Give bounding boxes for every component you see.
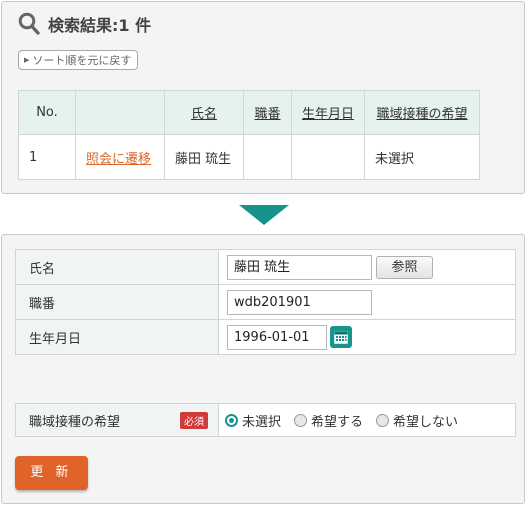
col-header-action	[75, 90, 165, 135]
calendar-icon[interactable]	[330, 326, 352, 348]
cell-wish: 未選択	[364, 134, 481, 180]
birth-date-input[interactable]: 1996-01-01	[227, 324, 327, 350]
form-row-wish: 職域接種の希望 必須 未選択 希望する 希望しない	[15, 403, 516, 437]
name-label: 氏名	[15, 249, 219, 285]
birth-date-cell: 1996-01-01	[218, 319, 516, 355]
wish-form-table: 職域接種の希望 必須 未選択 希望する 希望しない	[15, 403, 516, 437]
wish-option-label: 希望する	[311, 414, 364, 430]
detail-form-panel: 氏名 藤田 琉生参照 職番 wdb201901 生年月日 1996-01-01	[1, 234, 525, 504]
reset-sort-button[interactable]: ▶ ソート順を元に戻す	[18, 50, 139, 70]
required-badge: 必須	[180, 411, 208, 429]
results-table: No. 氏名 職番 生年月日 職域接種の希望 1 照会に遷移 藤田 琉生 未選択	[18, 90, 481, 180]
search-icon	[18, 12, 40, 36]
table-row: 1 照会に遷移 藤田 琉生 未選択	[18, 134, 481, 180]
reset-sort-label: ソート順を元に戻す	[32, 54, 132, 67]
name-input[interactable]: 藤田 琉生	[227, 254, 372, 280]
down-arrow-icon	[239, 205, 289, 225]
reference-button[interactable]: 参照	[376, 255, 433, 279]
update-button[interactable]: 更 新	[15, 456, 88, 490]
name-cell: 藤田 琉生 参照	[218, 249, 516, 285]
triangle-right-icon: ▶	[24, 56, 30, 64]
col-header-no: No.	[18, 90, 76, 135]
staff-no-input[interactable]: wdb201901	[227, 289, 372, 315]
col-header-birth-date[interactable]: 生年月日	[290, 90, 366, 135]
col-header-wish[interactable]: 職域接種の希望	[364, 90, 481, 135]
col-header-staff-no[interactable]: 職番	[243, 90, 292, 135]
search-results-panel: 検索結果:1 件 ▶ ソート順を元に戻す No. 氏名 職番 生年月日 職域接種…	[1, 1, 525, 194]
form-row-birth-date: 生年月日 1996-01-01	[15, 319, 516, 355]
wish-option-unselected[interactable]: 未選択	[225, 411, 281, 430]
detail-form-table: 氏名 藤田 琉生 参照 職番 wdb201901 生年月日 1996-01-01	[15, 249, 516, 355]
birth-date-label: 生年月日	[15, 319, 219, 355]
results-header-row: No. 氏名 職番 生年月日 職域接種の希望	[18, 90, 481, 135]
cell-birth-date	[290, 134, 366, 180]
radio-unchecked-icon[interactable]	[376, 413, 390, 427]
wish-label-cell: 職域接種の希望 必須	[15, 403, 219, 437]
wish-options-cell: 未選択 希望する 希望しない	[218, 403, 516, 437]
radio-checked-icon[interactable]	[225, 413, 238, 427]
wish-option-label: 希望しない	[393, 414, 459, 430]
form-row-staff-no: 職番 wdb201901	[15, 284, 516, 320]
cell-staff-no	[243, 134, 292, 180]
staff-no-label: 職番	[15, 284, 219, 320]
search-results-title: 検索結果:1 件	[48, 16, 152, 35]
search-results-header: 検索結果:1 件	[18, 11, 151, 37]
wish-radio-group: 未選択 希望する 希望しない	[225, 411, 514, 430]
wish-option-yes[interactable]: 希望する	[294, 411, 363, 430]
cell-name: 藤田 琉生	[164, 134, 244, 180]
wish-label: 職域接種の希望	[29, 414, 121, 430]
staff-no-cell: wdb201901	[218, 284, 516, 320]
cell-link: 照会に遷移	[75, 134, 165, 180]
form-row-name: 氏名 藤田 琉生 参照	[15, 249, 516, 285]
cell-no: 1	[18, 134, 76, 180]
col-header-name[interactable]: 氏名	[164, 90, 244, 135]
radio-unchecked-icon[interactable]	[294, 413, 308, 427]
wish-option-label: 未選択	[242, 414, 282, 430]
view-detail-link[interactable]: 照会に遷移	[86, 152, 151, 167]
wish-option-no[interactable]: 希望しない	[376, 411, 458, 430]
